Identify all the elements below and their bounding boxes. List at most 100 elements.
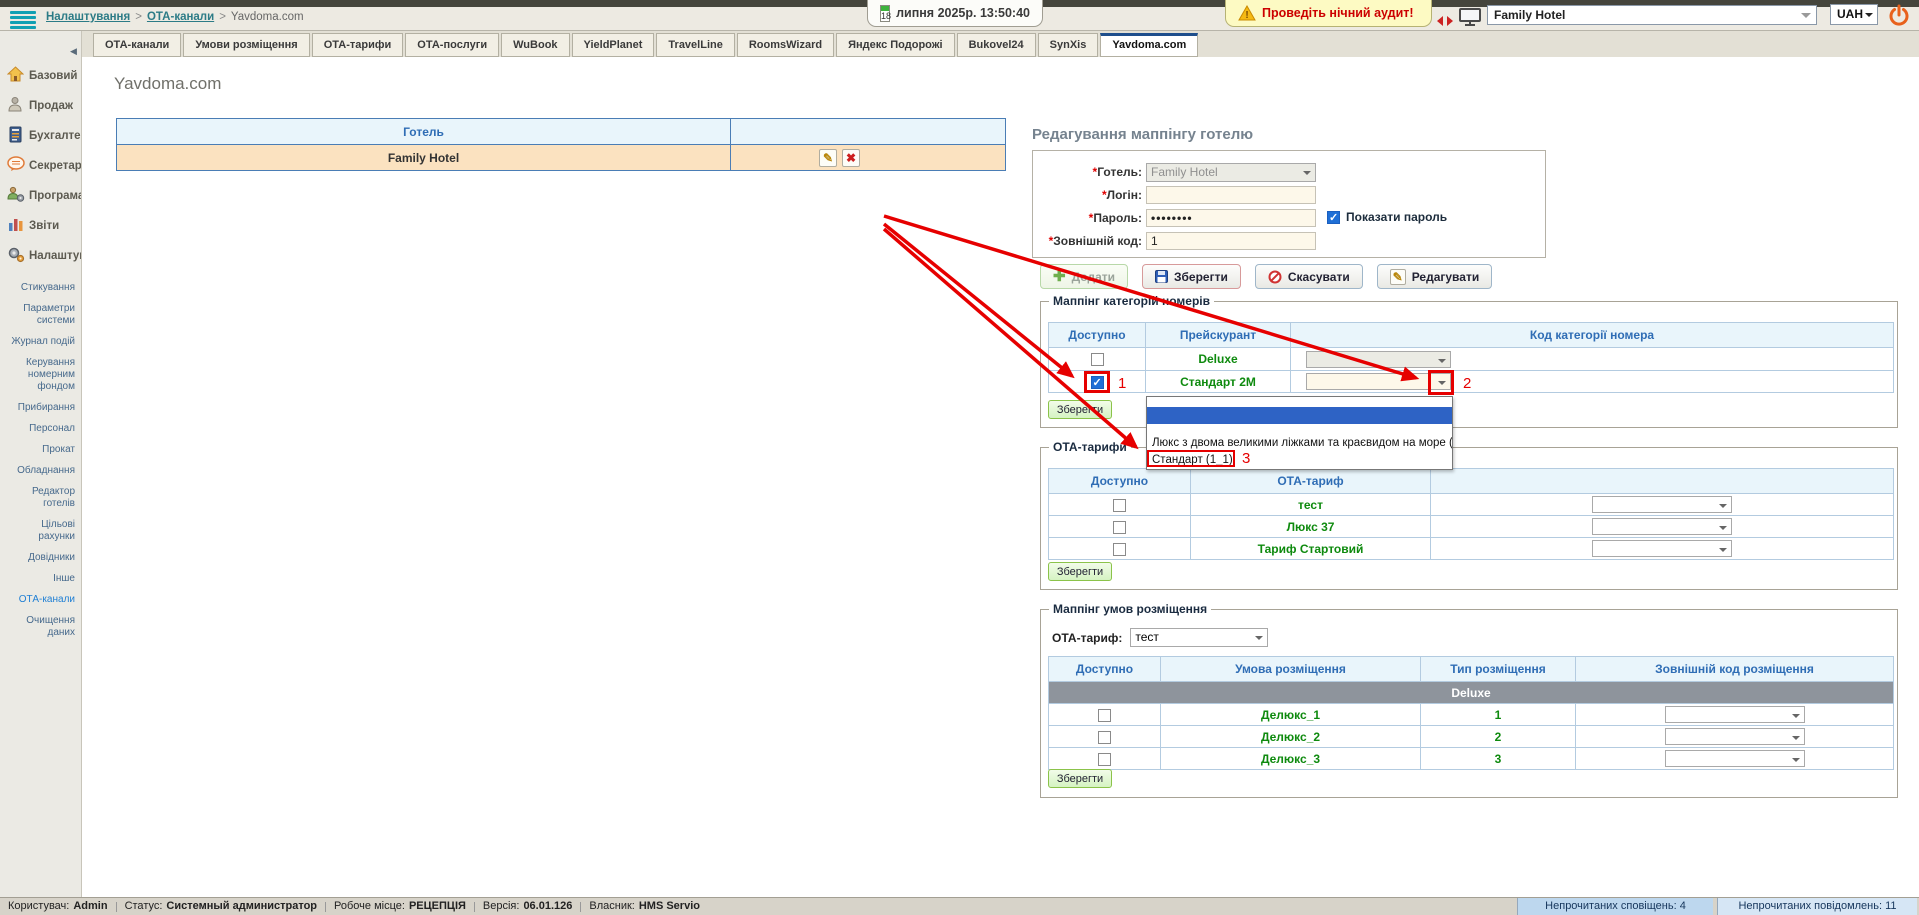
available-checkbox[interactable] <box>1113 521 1126 534</box>
external-code-input[interactable] <box>1146 232 1316 250</box>
menu-icon[interactable] <box>10 11 36 27</box>
table-row[interactable]: Family Hotel ✎ ✖ <box>117 145 1006 171</box>
external-code-select[interactable] <box>1665 706 1805 723</box>
tab-ota-tariffs[interactable]: ОТА-тарифи <box>312 33 404 57</box>
dropdown-option[interactable]: Люкс з двома великими ліжками та краєвид… <box>1147 435 1452 452</box>
cancel-button[interactable]: Скасувати <box>1255 264 1363 289</box>
sidebar-item-accounting[interactable]: Бухгалтерія <box>0 124 82 150</box>
breadcrumb-ota-channels[interactable]: ОТА-канали <box>147 11 214 23</box>
external-code-select[interactable] <box>1665 750 1805 767</box>
sidebar-sub-event-log[interactable]: Журнал подій <box>0 334 80 350</box>
tab-roomswizard[interactable]: RoomsWizard <box>737 33 834 57</box>
sidebar-sub-hotel-editor[interactable]: Редактор готелів <box>0 484 80 512</box>
placement-conditions-legend: Маппінг умов розміщення <box>1049 602 1211 616</box>
sidebar-sub-staff[interactable]: Персонал <box>0 421 80 437</box>
dropdown-option-highlighted[interactable] <box>1147 407 1452 424</box>
available-checkbox[interactable] <box>1113 543 1126 556</box>
sidebar-sub-system-params[interactable]: Параметри системи <box>0 301 80 329</box>
sidebar-sub-room-fund[interactable]: Керування номерним фондом <box>0 355 80 395</box>
delete-icon[interactable]: ✖ <box>842 149 860 167</box>
sidebar-item-settings[interactable]: Налаштуван <box>0 244 82 270</box>
edit-button[interactable]: ✎ Редагувати <box>1377 264 1493 289</box>
unread-messages-badge[interactable]: Непрочитаних повідомлень: 11 <box>1717 898 1917 915</box>
workstation-icon[interactable] <box>1458 8 1482 31</box>
app-window: Налаштування>ОТА-канали>Yavdoma.com 18 л… <box>0 0 1919 915</box>
currency-value: UAH <box>1837 7 1863 21</box>
power-icon[interactable] <box>1886 3 1912 29</box>
breadcrumb-current: Yavdoma.com <box>231 11 304 23</box>
bar-chart-icon <box>7 216 24 237</box>
ota-tariff-filter-select[interactable]: тест <box>1130 628 1268 647</box>
tab-synxis[interactable]: SynXis <box>1038 33 1099 57</box>
available-checkbox[interactable] <box>1113 499 1126 512</box>
save-placement-conditions-button[interactable]: Зберегти <box>1048 769 1112 788</box>
password-field-label: *Пароль: <box>1040 211 1142 225</box>
status-role-value: Системный администратор <box>166 898 317 915</box>
save-category-mapping-button[interactable]: Зберегти <box>1048 400 1112 419</box>
sidebar-sub-housekeeping[interactable]: Прибирання <box>0 400 80 416</box>
group-row-label: Deluxe <box>1049 682 1894 704</box>
available-checkbox[interactable] <box>1091 376 1104 389</box>
tab-bukovel24[interactable]: Bukovel24 <box>957 33 1036 57</box>
sidebar-item-loyalty-program[interactable]: Програма ло <box>0 184 82 210</box>
room-code-select[interactable] <box>1306 351 1451 368</box>
dropdown-option[interactable] <box>1147 424 1452 435</box>
sidebar-sub-rental[interactable]: Прокат <box>0 442 80 458</box>
save-button[interactable]: Зберегти <box>1142 264 1241 289</box>
sidebar-item-reports[interactable]: Звіти <box>0 214 82 240</box>
tab-yavdoma[interactable]: Yavdoma.com <box>1100 33 1198 57</box>
sidebar-item-secretary[interactable]: Секретар <box>0 154 82 180</box>
placement-type: 3 <box>1421 748 1576 770</box>
datetime-tab: 18 липня 2025р. 13:50:40 <box>867 0 1043 27</box>
show-password-checkbox[interactable] <box>1327 211 1340 224</box>
edit-icon[interactable]: ✎ <box>819 149 837 167</box>
sidebar-item-sales[interactable]: Продаж <box>0 94 82 120</box>
swap-arrows-icon[interactable] <box>1437 13 1453 23</box>
available-checkbox[interactable] <box>1091 353 1104 366</box>
hotel-select[interactable]: Family Hotel <box>1487 5 1817 25</box>
sidebar-sub-ota-channels[interactable]: ОТА-канали <box>0 592 80 608</box>
sidebar-sub-equipment[interactable]: Обладнання <box>0 463 80 479</box>
tab-placement-conditions[interactable]: Умови розміщення <box>183 33 309 57</box>
tariff-code-select[interactable] <box>1592 496 1732 513</box>
tariff-code-select[interactable] <box>1592 540 1732 557</box>
dropdown-option-standard[interactable]: Стандарт (1_1) <box>1147 452 1452 469</box>
available-checkbox[interactable] <box>1098 731 1111 744</box>
sidebar-sub-other[interactable]: Інше <box>0 571 80 587</box>
sidebar-sub-target-accounts[interactable]: Цільові рахунки <box>0 517 80 545</box>
sidebar-sub-docking[interactable]: Стикування <box>0 280 80 296</box>
currency-select[interactable]: UAH <box>1830 4 1878 25</box>
tab-yieldplanet[interactable]: YieldPlanet <box>572 33 655 57</box>
tab-ota-channels[interactable]: ОТА-канали <box>93 33 181 57</box>
placement-type: 1 <box>1421 704 1576 726</box>
tab-wubook[interactable]: WuBook <box>501 33 569 57</box>
tab-travelline[interactable]: TravelLine <box>656 33 734 57</box>
dropdown-option[interactable] <box>1147 397 1452 407</box>
password-input[interactable] <box>1146 209 1316 227</box>
sidebar-item-basic[interactable]: Базовий <box>0 64 82 90</box>
sidebar-collapse-icon[interactable]: ◀ <box>70 46 77 57</box>
breadcrumb-settings[interactable]: Налаштування <box>46 11 130 23</box>
tab-yandex-travel[interactable]: Яндекс Подорожі <box>836 33 955 57</box>
category-name: Стандарт 2М <box>1146 371 1291 393</box>
sidebar-sub-directories[interactable]: Довідники <box>0 550 80 566</box>
hotel-field-select[interactable]: Family Hotel <box>1146 163 1316 182</box>
breadcrumb: Налаштування>ОТА-канали>Yavdoma.com <box>46 11 304 23</box>
room-code-select[interactable] <box>1306 373 1451 390</box>
plus-icon: ✚ <box>1053 269 1066 284</box>
edit-icon: ✎ <box>1390 269 1406 285</box>
save-ota-tariffs-button[interactable]: Зберегти <box>1048 562 1112 581</box>
login-input[interactable] <box>1146 186 1316 204</box>
available-checkbox[interactable] <box>1098 709 1111 722</box>
unread-notifications-badge[interactable]: Непрочитаних сповіщень: 4 <box>1517 898 1713 915</box>
col-header-ota-tariff: ОТА-тариф <box>1191 469 1431 494</box>
audit-warning-banner[interactable]: ! Проведіть нічний аудит! <box>1225 0 1432 27</box>
sidebar-sub-data-cleanup[interactable]: Очищення даних <box>0 613 80 641</box>
chevron-down-icon <box>1865 13 1873 21</box>
tariff-code-select[interactable] <box>1592 518 1732 535</box>
add-button[interactable]: ✚ Додати <box>1040 264 1128 289</box>
external-code-select[interactable] <box>1665 728 1805 745</box>
tab-ota-services[interactable]: ОТА-послуги <box>405 33 499 57</box>
tariff-name: Люкс 37 <box>1191 516 1431 538</box>
available-checkbox[interactable] <box>1098 753 1111 766</box>
